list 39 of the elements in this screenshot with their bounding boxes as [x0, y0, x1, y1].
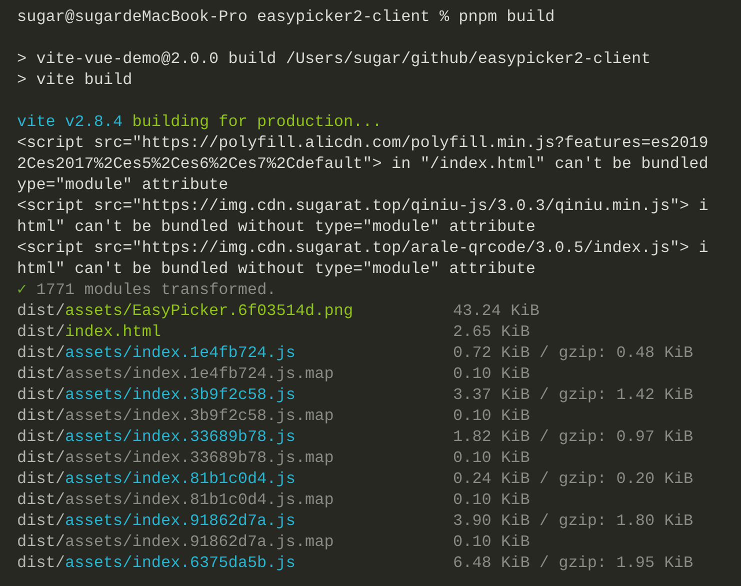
file-size: 0.10 KiB	[453, 532, 530, 552]
command-prompt: sugar@sugardeMacBook-Pro easypicker2-client % pnpm build	[17, 6, 555, 28]
file-path: dist/assets/index.33689b78.js	[17, 426, 296, 448]
file-path: dist/assets/index.91862d7a.js	[17, 510, 296, 532]
file-size: 3.37 KiB / gzip: 1.42 KiB	[453, 384, 694, 406]
file-size: 6.48 KiB / gzip: 1.95 KiB	[453, 552, 694, 574]
output-line: > vite build	[17, 70, 132, 90]
file-size: 0.10 KiB	[453, 448, 530, 468]
file-path: dist/assets/index.3b9f2c58.js.map	[17, 406, 335, 426]
file-path: dist/assets/index.91862d7a.js.map	[17, 532, 335, 552]
file-size: 0.10 KiB	[453, 406, 530, 426]
output-line: <script src="https://img.cdn.sugarat.top/qiniu-js/3.0.3/qiniu.min.js"> i	[17, 196, 708, 216]
output-line: <script src="https://img.cdn.sugarat.top/arale-qrcode/3.0.5/index.js"> i	[17, 238, 708, 258]
check-icon: ✓	[17, 280, 27, 300]
file-path: dist/assets/index.81b1c0d4.js	[17, 468, 296, 490]
file-path: dist/assets/index.33689b78.js.map	[17, 448, 335, 468]
status-text: 1771 modules transformed.	[36, 280, 276, 300]
file-path: dist/assets/index.1e4fb724.js.map	[17, 364, 335, 384]
output-line: <script src="https://polyfill.alicdn.com/polyfill.min.js?features=es2019	[17, 132, 708, 154]
file-size: 3.90 KiB / gzip: 1.80 KiB	[453, 510, 694, 532]
file-size: 43.24 KiB	[453, 300, 540, 322]
file-size: 0.24 KiB / gzip: 0.20 KiB	[453, 468, 694, 490]
file-size: 2.65 KiB	[453, 322, 530, 342]
output-line: html" can't be bundled without type="module" attribute	[17, 258, 536, 280]
file-size: 0.10 KiB	[453, 490, 530, 510]
file-size: 1.82 KiB / gzip: 0.97 KiB	[453, 426, 694, 448]
file-path: dist/assets/index.6375da5b.js	[17, 552, 296, 574]
output-line: 2Ces2017%2Ces5%2Ces6%2Ces7%2Cdefault"> in "/index.html" can't be bundled	[17, 154, 708, 174]
file-path: dist/assets/EasyPicker.6f03514d.png	[17, 300, 354, 322]
file-path: dist/assets/index.3b9f2c58.js	[17, 384, 296, 406]
build-status-text: vite v2.8.4 building for production...	[17, 112, 382, 132]
file-size: 0.72 KiB / gzip: 0.48 KiB	[453, 342, 694, 364]
file-path: dist/assets/index.81b1c0d4.js.map	[17, 490, 335, 510]
file-path: dist/assets/index.1e4fb724.js	[17, 342, 296, 364]
output-line: > vite-vue-demo@2.0.0 build /Users/sugar/github/easypicker2-client	[17, 48, 651, 70]
output-line: ype="module" attribute	[17, 174, 228, 196]
output-line: html" can't be bundled without type="module" attribute	[17, 216, 536, 238]
file-path: dist/index.html	[17, 322, 162, 342]
file-size: 0.10 KiB	[453, 364, 530, 384]
